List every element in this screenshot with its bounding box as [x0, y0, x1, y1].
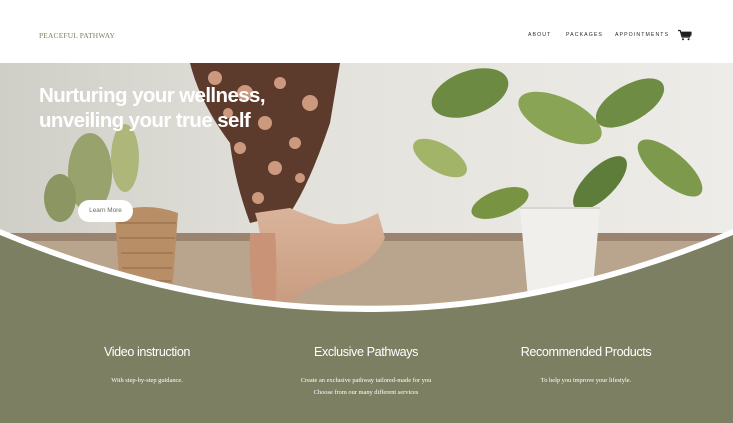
nav-about[interactable]: ABOUT — [528, 32, 551, 38]
nav-packages[interactable]: PACKAGES — [566, 32, 603, 38]
cart-count[interactable]: 0 — [689, 32, 692, 38]
feature-recommended-products: Recommended Products To help you improve… — [476, 345, 696, 387]
cart-icon[interactable] — [677, 29, 695, 41]
hero-title: Nurturing your wellness, unveiling your … — [39, 83, 339, 133]
site-header: PEACEFUL PATHWAY ABOUT PACKAGES APPOINTM… — [0, 0, 733, 63]
site-logo[interactable]: PEACEFUL PATHWAY — [39, 31, 115, 40]
feature-title: Exclusive Pathways — [313, 345, 419, 359]
feature-video-instruction: Video instruction With step-by-step guid… — [37, 345, 257, 387]
feature-title: Video instruction — [103, 345, 191, 359]
hero-title-line-1: Nurturing your wellness, — [39, 84, 266, 107]
hero-title-line-2: unveiling your true self — [39, 109, 251, 132]
features-section: Video instruction With step-by-step guid… — [0, 323, 733, 423]
feature-exclusive-pathways: Exclusive Pathways Create an exclusive p… — [256, 345, 476, 399]
learn-more-button[interactable]: Learn More — [78, 200, 133, 222]
feature-title: Recommended Products — [520, 345, 652, 359]
feature-text: With step-by-step guidance. — [111, 377, 183, 384]
curve-divider — [0, 229, 733, 325]
feature-text: Create an exclusive pathway tailored-mad… — [300, 377, 432, 384]
nav-appointments[interactable]: APPOINTMENTS — [615, 32, 669, 38]
feature-text-secondary: Choose from our many different services — [313, 389, 419, 396]
feature-text: To help you improve your lifestyle. — [540, 377, 632, 384]
